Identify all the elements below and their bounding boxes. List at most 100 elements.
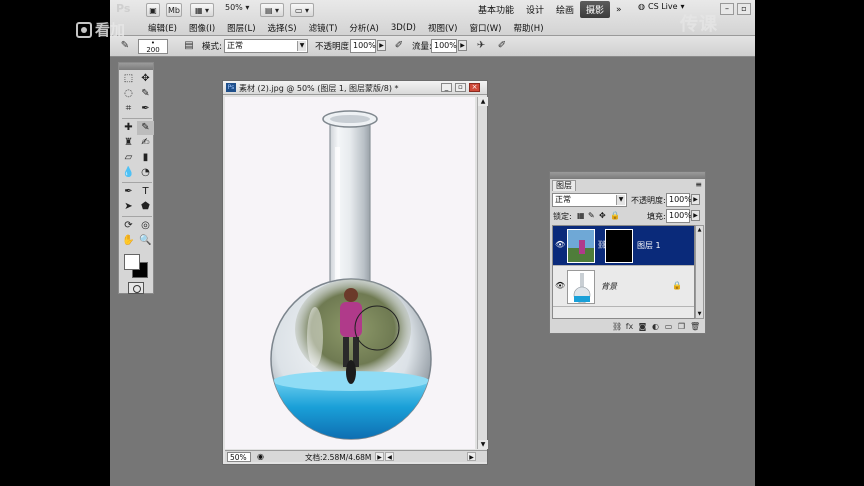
scroll-down-icon[interactable]: ▼: [478, 440, 488, 449]
layer-opacity-slider-button[interactable]: ▶: [691, 194, 700, 205]
gradient-tool-icon[interactable]: ▮: [137, 151, 154, 165]
panel-menu-icon[interactable]: ≡: [695, 180, 702, 189]
document-close-button[interactable]: ×: [469, 83, 480, 92]
maximize-button[interactable]: ▫: [737, 3, 751, 15]
arrange-documents-button[interactable]: ▤ ▾: [260, 3, 284, 17]
tablet-pressure-size-icon[interactable]: ✐: [495, 39, 509, 53]
eyedropper-tool-icon[interactable]: ✒: [137, 102, 154, 116]
menu-window[interactable]: 窗口(W): [469, 22, 501, 34]
mode-select[interactable]: 正常 ▼: [224, 39, 308, 53]
3d-orbit-tool-icon[interactable]: ◎: [137, 219, 154, 233]
scroll-right-icon[interactable]: ▶: [467, 452, 476, 461]
fill-input[interactable]: 100%: [666, 209, 692, 223]
lock-position-icon[interactable]: ✥: [599, 211, 606, 220]
workspace-painting[interactable]: 绘画: [550, 1, 580, 18]
document-vertical-scrollbar[interactable]: ▲ ▼: [477, 97, 488, 449]
eraser-tool-icon[interactable]: ▱: [120, 151, 137, 165]
screen-mode-button[interactable]: ▭ ▾: [290, 3, 314, 17]
link-layers-icon[interactable]: ⛓: [612, 322, 622, 331]
brush-tool-icon[interactable]: ✎: [137, 121, 154, 135]
foreground-color-swatch[interactable]: [124, 254, 140, 270]
layer-mask-thumbnail[interactable]: [605, 229, 633, 263]
document-minimize-button[interactable]: _: [441, 83, 452, 92]
menu-view[interactable]: 视图(V): [428, 22, 457, 34]
view-extras-button[interactable]: ▦ ▾: [190, 3, 214, 17]
status-menu-arrow-icon[interactable]: ▶: [375, 452, 384, 461]
workspace-essentials[interactable]: 基本功能: [472, 1, 520, 18]
airbrush-icon[interactable]: ✈: [474, 39, 488, 53]
brush-panel-toggle-icon[interactable]: ▤: [182, 39, 196, 53]
menu-3d[interactable]: 3D(D): [391, 23, 416, 33]
new-group-icon[interactable]: ▭: [664, 322, 673, 331]
menu-image[interactable]: 图像(I): [189, 22, 215, 34]
add-mask-icon[interactable]: ◙: [638, 322, 647, 331]
document-zoom-field[interactable]: 50%: [227, 452, 251, 462]
scroll-up-icon[interactable]: ▲: [696, 226, 703, 234]
brush-size-picker[interactable]: • 200: [138, 39, 168, 54]
zoom-level-select[interactable]: 50% ▾: [225, 3, 249, 12]
layer-list-scrollbar[interactable]: ▲ ▼: [695, 225, 704, 319]
layer-style-icon[interactable]: fx: [625, 322, 634, 331]
blend-mode-select[interactable]: 正常 ▼: [552, 193, 627, 207]
scroll-up-icon[interactable]: ▲: [478, 97, 488, 106]
mini-bridge-button[interactable]: Mb: [166, 3, 182, 17]
workspace-design[interactable]: 设计: [520, 1, 550, 18]
blur-tool-icon[interactable]: 💧: [120, 166, 137, 180]
workspace-photography[interactable]: 摄影: [580, 1, 611, 18]
dodge-tool-icon[interactable]: ◔: [137, 166, 154, 180]
marquee-tool-icon[interactable]: ⬚: [120, 72, 137, 86]
layer-opacity-input[interactable]: 100%: [666, 193, 692, 207]
scroll-down-icon[interactable]: ▼: [696, 310, 703, 318]
visibility-eye-icon[interactable]: 👁: [555, 240, 565, 250]
layer-row-background[interactable]: 👁 背景 🔒: [553, 267, 694, 307]
lasso-tool-icon[interactable]: ◌: [120, 87, 137, 101]
crop-tool-icon[interactable]: ⌗: [120, 102, 137, 116]
flow-input[interactable]: 100%: [431, 39, 457, 53]
more-workspaces-button[interactable]: »: [610, 1, 628, 18]
shape-tool-icon[interactable]: ⬟: [137, 200, 154, 214]
pen-tool-icon[interactable]: ✒: [120, 185, 137, 199]
type-tool-icon[interactable]: T: [137, 185, 154, 199]
zoom-tool-icon[interactable]: 🔍: [137, 234, 154, 248]
quick-selection-tool-icon[interactable]: ✎: [137, 87, 154, 101]
path-selection-tool-icon[interactable]: ➤: [120, 200, 137, 214]
opacity-input[interactable]: 100%: [350, 39, 376, 53]
status-icon[interactable]: ◉: [257, 452, 264, 461]
lock-image-icon[interactable]: ✎: [588, 211, 595, 220]
tools-panel-header[interactable]: [119, 63, 153, 70]
menu-help[interactable]: 帮助(H): [513, 22, 543, 34]
tab-layers[interactable]: 图层: [552, 180, 576, 191]
layer-row-layer1[interactable]: 👁 ⛓ 图层 1: [553, 226, 694, 266]
spot-healing-tool-icon[interactable]: ✚: [120, 121, 137, 135]
fill-slider-button[interactable]: ▶: [691, 210, 700, 221]
lock-all-icon[interactable]: 🔒: [610, 211, 620, 220]
history-brush-tool-icon[interactable]: ✍: [137, 136, 154, 150]
menu-layer[interactable]: 图层(L): [227, 22, 255, 34]
menu-filter[interactable]: 滤镜(T): [309, 22, 338, 34]
menu-select[interactable]: 选择(S): [268, 22, 297, 34]
opacity-slider-button[interactable]: ▶: [377, 40, 386, 51]
brush-tool-preset-icon[interactable]: ✎: [118, 39, 132, 53]
lock-transparent-icon[interactable]: ▦: [577, 211, 585, 220]
delete-layer-icon[interactable]: 🗑: [690, 322, 700, 331]
menu-edit[interactable]: 编辑(E): [148, 22, 177, 34]
minimize-button[interactable]: –: [720, 3, 734, 15]
document-canvas[interactable]: [225, 97, 475, 449]
scroll-left-icon[interactable]: ◀: [385, 452, 394, 461]
clone-stamp-tool-icon[interactable]: ♜: [120, 136, 137, 150]
quick-mask-icon[interactable]: [128, 282, 144, 294]
hand-tool-icon[interactable]: ✋: [120, 234, 137, 248]
adjustment-layer-icon[interactable]: ◐: [651, 322, 660, 331]
launch-bridge-button[interactable]: ▣: [146, 3, 160, 17]
cs-live-button[interactable]: ◍ CS Live ▾: [638, 2, 685, 11]
move-tool-icon[interactable]: ✥: [137, 72, 154, 86]
new-layer-icon[interactable]: ❐: [677, 322, 686, 331]
3d-rotate-tool-icon[interactable]: ⟳: [120, 219, 137, 233]
layers-panel-header[interactable]: [550, 172, 705, 179]
tablet-pressure-opacity-icon[interactable]: ✐: [392, 39, 406, 53]
flow-slider-button[interactable]: ▶: [458, 40, 467, 51]
menu-analysis[interactable]: 分析(A): [349, 22, 378, 34]
visibility-eye-icon[interactable]: 👁: [555, 281, 565, 291]
document-title-bar[interactable]: Ps 素材 (2).jpg @ 50% (图层 1, 图层蒙版/8) * _ ▫…: [223, 81, 487, 95]
document-restore-button[interactable]: ▫: [455, 83, 466, 92]
